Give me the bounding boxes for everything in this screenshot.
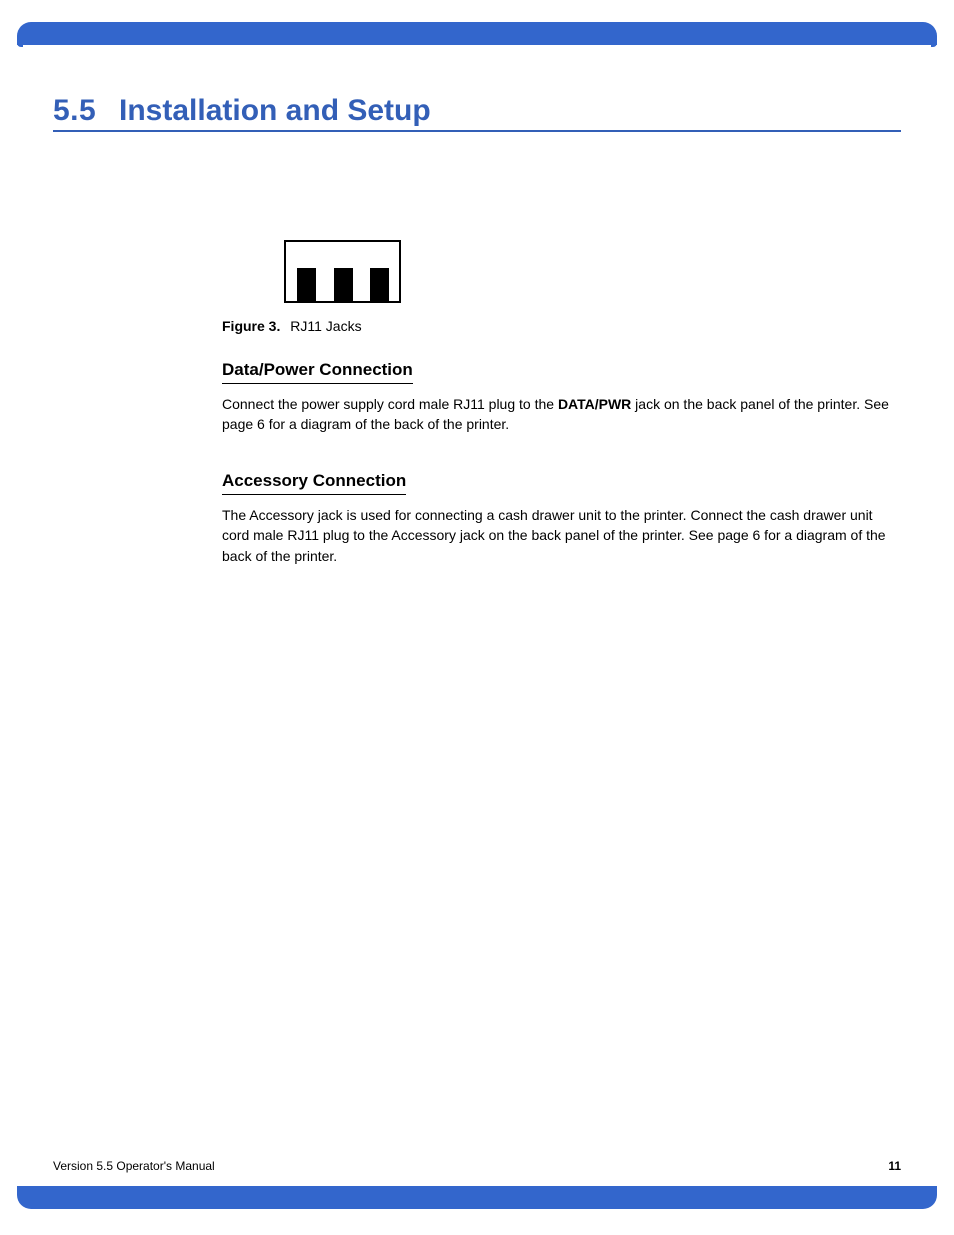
rj11-pin-icon bbox=[297, 268, 316, 301]
page-top-border bbox=[17, 22, 937, 45]
footer-doc-title: Version 5.5 Operator's Manual bbox=[53, 1159, 215, 1173]
section-number: 5.5 bbox=[53, 94, 119, 128]
page-title: Installation and Setup bbox=[119, 94, 431, 128]
top-blue-bar bbox=[17, 22, 937, 45]
subheading-data-power: Data/Power Connection bbox=[222, 360, 413, 384]
text-bold-run: DATA/PWR bbox=[558, 396, 631, 412]
figure-label: Figure 3. bbox=[222, 318, 280, 334]
page-bottom-border bbox=[17, 1186, 937, 1209]
paragraph-accessory: The Accessory jack is used for connectin… bbox=[222, 505, 901, 566]
footer-page-number: 11 bbox=[888, 1159, 901, 1173]
rj11-pin-icon bbox=[370, 268, 389, 301]
section-heading: 5.5 Installation and Setup bbox=[53, 60, 901, 132]
figure-text: RJ11 Jacks bbox=[290, 318, 361, 334]
bottom-blue-bar bbox=[17, 1186, 937, 1209]
text-run: Connect the power supply cord male RJ11 … bbox=[222, 396, 558, 412]
rj11-diagram bbox=[284, 240, 401, 303]
page-content: 5.5 Installation and Setup Figure 3. RJ1… bbox=[53, 60, 901, 132]
figure-caption: Figure 3. RJ11 Jacks bbox=[222, 318, 362, 334]
rj11-pin-icon bbox=[334, 268, 353, 301]
paragraph-data-power: Connect the power supply cord male RJ11 … bbox=[222, 394, 901, 435]
page-footer: Version 5.5 Operator's Manual 11 bbox=[53, 1159, 901, 1173]
subheading-accessory: Accessory Connection bbox=[222, 471, 406, 495]
